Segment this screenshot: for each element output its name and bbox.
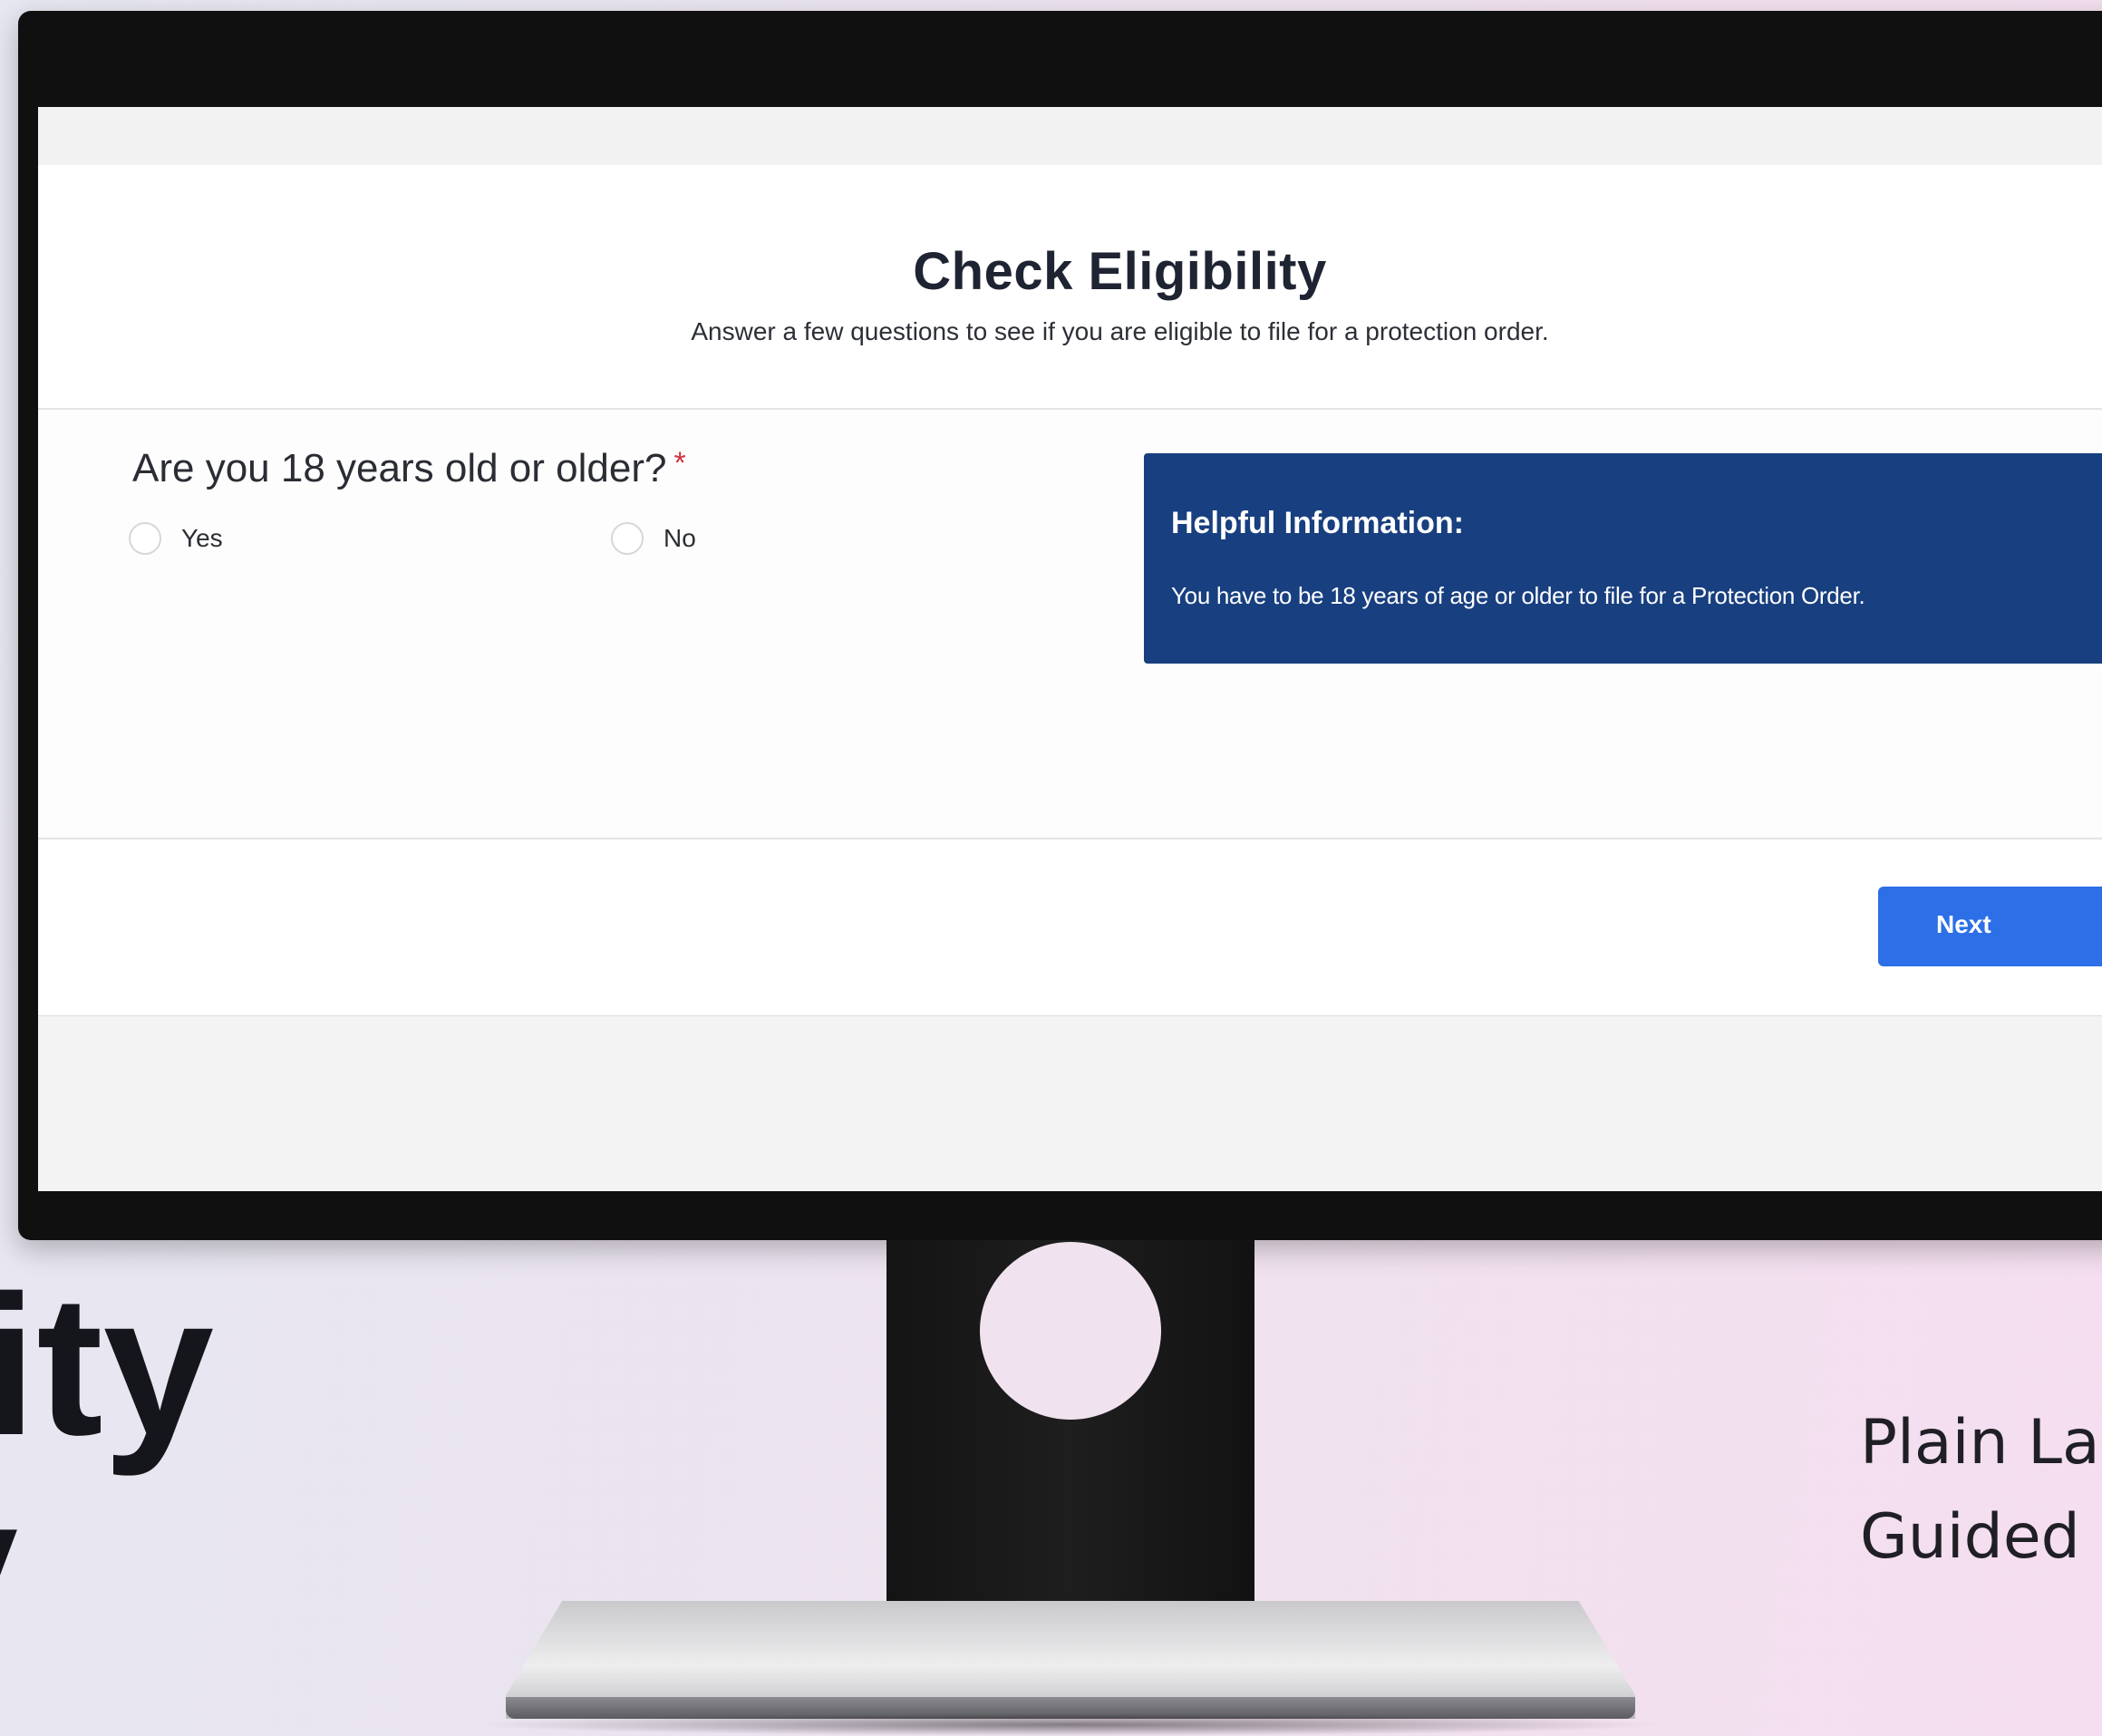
- radio-no-circle[interactable]: [611, 522, 644, 555]
- monitor-screen: Check Eligibility Answer a few questions…: [38, 107, 2102, 1191]
- next-button-label: Next: [1936, 910, 1991, 938]
- helpful-info-box: Helpful Information: You have to be 18 y…: [1144, 453, 2102, 664]
- question-text: Are you 18 years old or older?: [132, 446, 667, 490]
- page-subtitle: Answer a few questions to see if you are…: [691, 317, 1549, 345]
- radio-yes-circle[interactable]: [129, 522, 161, 555]
- tagline: Plain La Guided: [1860, 1396, 2100, 1585]
- question-section: Are you 18 years old or older? * Yes No H…: [38, 410, 2102, 836]
- next-button[interactable]: Next: [1878, 887, 2102, 966]
- helpful-info-text: You have to be 18 years of age or older …: [1171, 582, 1865, 609]
- page-header: Check Eligibility Answer a few questions…: [38, 165, 2102, 410]
- radio-option-no[interactable]: No: [611, 522, 696, 555]
- radio-yes-label: Yes: [181, 524, 223, 552]
- tagline-line-2: Guided: [1860, 1501, 2080, 1573]
- headline-fragment-2: y: [0, 1460, 18, 1668]
- form-footer: Next: [38, 838, 2102, 1018]
- tagline-line-1: Plain La: [1860, 1407, 2100, 1479]
- page-title: Check Eligibility: [913, 242, 1327, 301]
- radio-option-yes[interactable]: Yes: [129, 522, 223, 555]
- required-indicator: *: [673, 446, 686, 480]
- headline-fragment-1: ity: [0, 1254, 214, 1477]
- radio-no-label: No: [664, 524, 696, 552]
- question-label: Are you 18 years old or older? *: [132, 446, 686, 491]
- helpful-info-title: Helpful Information:: [1171, 506, 1464, 540]
- monitor-stand-cable-hole: [980, 1242, 1161, 1420]
- monitor-stand-shadow: [471, 1713, 1668, 1736]
- screen-bottom-strip: [38, 1016, 2102, 1191]
- screen-top-strip: [38, 107, 2102, 165]
